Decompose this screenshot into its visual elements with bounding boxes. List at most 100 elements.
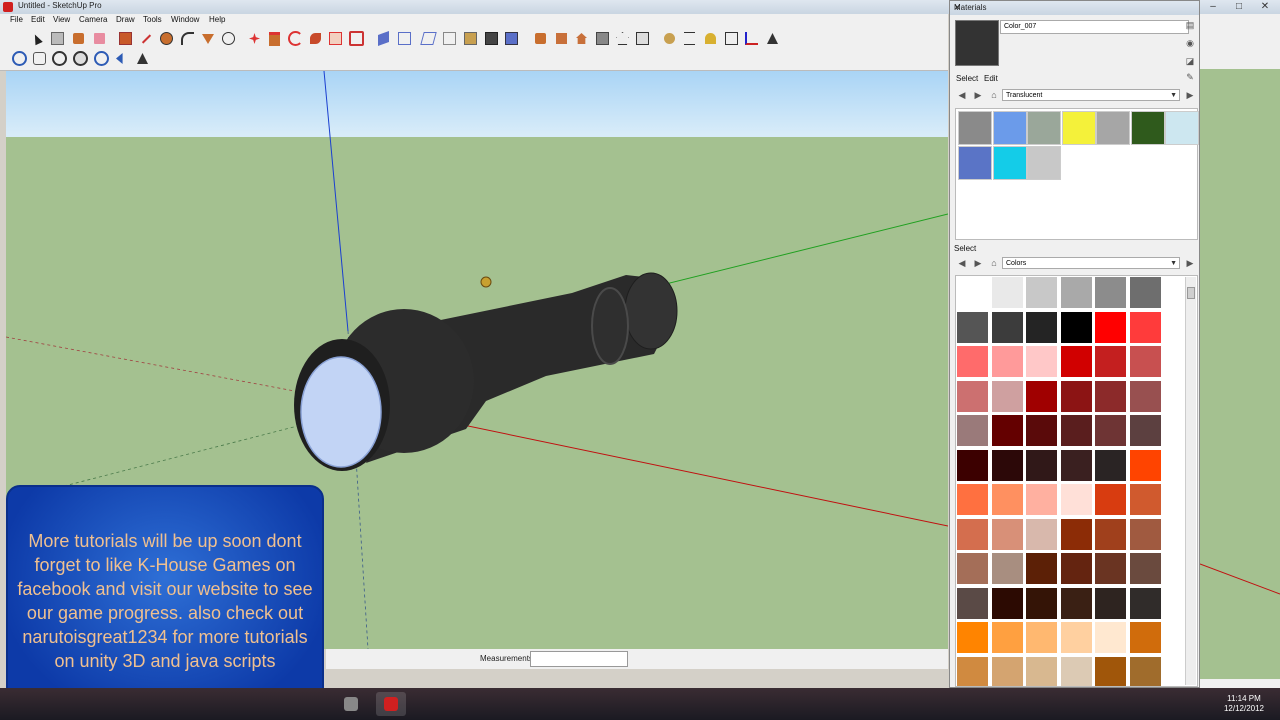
maximize-button[interactable]: □ <box>1226 0 1252 14</box>
color-swatch[interactable] <box>1095 656 1126 686</box>
color-swatch[interactable] <box>1129 518 1161 550</box>
color-swatch[interactable] <box>957 622 988 653</box>
color-swatch[interactable] <box>1060 346 1092 377</box>
color-swatch[interactable] <box>1026 553 1057 584</box>
lower-back-arrow-icon[interactable]: ◀ <box>956 257 968 269</box>
color-swatch[interactable] <box>1060 277 1092 308</box>
push-pull-icon[interactable] <box>266 30 283 47</box>
display-secondary-pane-icon[interactable]: ▤ <box>1184 19 1196 31</box>
menu-edit[interactable]: Edit <box>31 15 45 24</box>
pan-icon[interactable] <box>31 50 48 67</box>
iso-view-icon[interactable] <box>375 30 392 47</box>
arc-tool-icon[interactable] <box>179 30 196 47</box>
color-swatch[interactable] <box>1060 553 1092 584</box>
right-view-icon[interactable] <box>441 30 458 47</box>
color-swatch[interactable] <box>1129 484 1161 515</box>
color-swatch[interactable] <box>1095 518 1126 550</box>
rectangle-tool-icon[interactable] <box>117 30 134 47</box>
material-thumbnail[interactable] <box>1130 111 1165 145</box>
color-swatch[interactable] <box>1129 415 1161 446</box>
house-icon[interactable] <box>573 30 590 47</box>
color-swatch[interactable] <box>957 380 988 412</box>
color-swatch[interactable] <box>991 484 1023 515</box>
color-swatch[interactable] <box>1095 415 1126 446</box>
protractor-icon[interactable] <box>702 30 719 47</box>
color-swatch[interactable] <box>957 518 988 550</box>
color-swatch[interactable] <box>1129 587 1161 619</box>
color-swatch[interactable] <box>957 277 988 308</box>
shaded-icon[interactable] <box>594 30 611 47</box>
follow-me-icon[interactable] <box>307 30 324 47</box>
3d-text-icon[interactable] <box>764 30 781 47</box>
material-thumbnail[interactable] <box>958 111 992 145</box>
color-swatch[interactable] <box>1026 587 1057 619</box>
lower-details-arrow-icon[interactable]: ▶ <box>1184 257 1196 269</box>
color-swatch[interactable] <box>1095 380 1126 412</box>
color-swatch[interactable] <box>957 553 988 584</box>
forward-arrow-icon[interactable]: ▶ <box>972 89 984 101</box>
color-swatch[interactable] <box>1129 346 1161 377</box>
color-swatch[interactable] <box>957 484 988 515</box>
circle-tool-icon[interactable] <box>158 30 175 47</box>
create-material-icon[interactable]: ◉ <box>1184 37 1196 49</box>
material-thumbnail[interactable] <box>992 111 1027 145</box>
wireframe-icon[interactable] <box>532 30 549 47</box>
color-swatch[interactable] <box>1060 656 1092 686</box>
xray-icon[interactable] <box>503 30 520 47</box>
color-swatch[interactable] <box>1026 415 1057 446</box>
scrollbar-thumb[interactable] <box>1187 287 1195 299</box>
dimension-icon[interactable] <box>681 30 698 47</box>
color-swatch[interactable] <box>957 415 988 446</box>
color-swatch[interactable] <box>1026 380 1057 412</box>
taskbar-sketchup-icon[interactable] <box>376 692 406 716</box>
color-swatch[interactable] <box>991 415 1023 446</box>
color-swatch[interactable] <box>1026 518 1057 550</box>
select-tool-icon[interactable] <box>28 30 45 47</box>
color-swatch[interactable] <box>991 380 1023 412</box>
material-thumbnail[interactable] <box>1165 111 1199 145</box>
color-swatch[interactable] <box>991 277 1023 308</box>
home-icon[interactable]: ⌂ <box>988 89 1000 101</box>
color-swatch[interactable] <box>1060 587 1092 619</box>
scale-tool-icon[interactable] <box>327 30 344 47</box>
measurements-input[interactable] <box>530 651 628 667</box>
orbit-icon[interactable] <box>11 50 28 67</box>
color-swatch[interactable] <box>1026 484 1057 515</box>
monochrome-icon[interactable] <box>634 30 651 47</box>
details-arrow-icon[interactable]: ▶ <box>1184 89 1196 101</box>
color-swatch[interactable] <box>991 311 1023 343</box>
color-swatch[interactable] <box>1095 346 1126 377</box>
color-swatch[interactable] <box>1060 415 1092 446</box>
set-default-icon[interactable]: ◪ <box>1184 55 1196 67</box>
color-swatch[interactable] <box>1129 380 1161 412</box>
paint-bucket-icon[interactable] <box>70 30 87 47</box>
color-swatch[interactable] <box>957 656 988 686</box>
color-swatch[interactable] <box>991 553 1023 584</box>
polygon-tool-icon[interactable] <box>199 30 216 47</box>
rotate-tool-icon[interactable] <box>287 30 304 47</box>
swatch-scrollbar[interactable] <box>1185 277 1196 685</box>
color-swatch[interactable] <box>1060 380 1092 412</box>
zoom-extents-icon[interactable] <box>93 50 110 67</box>
menu-draw[interactable]: Draw <box>116 15 135 24</box>
color-swatch[interactable] <box>1026 622 1057 653</box>
color-swatch[interactable] <box>1060 518 1092 550</box>
left-view-icon[interactable] <box>483 30 500 47</box>
material-thumbnail[interactable] <box>958 146 992 180</box>
position-camera-icon[interactable] <box>134 50 151 67</box>
offset-tool-icon[interactable] <box>348 30 365 47</box>
eraser-icon[interactable] <box>91 30 108 47</box>
material-thumbnail[interactable] <box>1096 111 1130 145</box>
zoom-icon[interactable] <box>51 50 68 67</box>
color-swatch[interactable] <box>991 346 1023 377</box>
color-swatch[interactable] <box>1129 277 1161 308</box>
color-swatch[interactable] <box>1026 449 1057 481</box>
color-swatch[interactable] <box>1129 622 1161 653</box>
color-swatch[interactable] <box>957 587 988 619</box>
library-select[interactable]: Translucent ▼ <box>1002 89 1180 101</box>
color-swatch[interactable] <box>1026 277 1057 308</box>
hidden-line-icon[interactable] <box>553 30 570 47</box>
color-swatch[interactable] <box>991 449 1023 481</box>
material-thumbnail[interactable] <box>1027 146 1061 180</box>
color-swatch[interactable] <box>1129 311 1161 343</box>
